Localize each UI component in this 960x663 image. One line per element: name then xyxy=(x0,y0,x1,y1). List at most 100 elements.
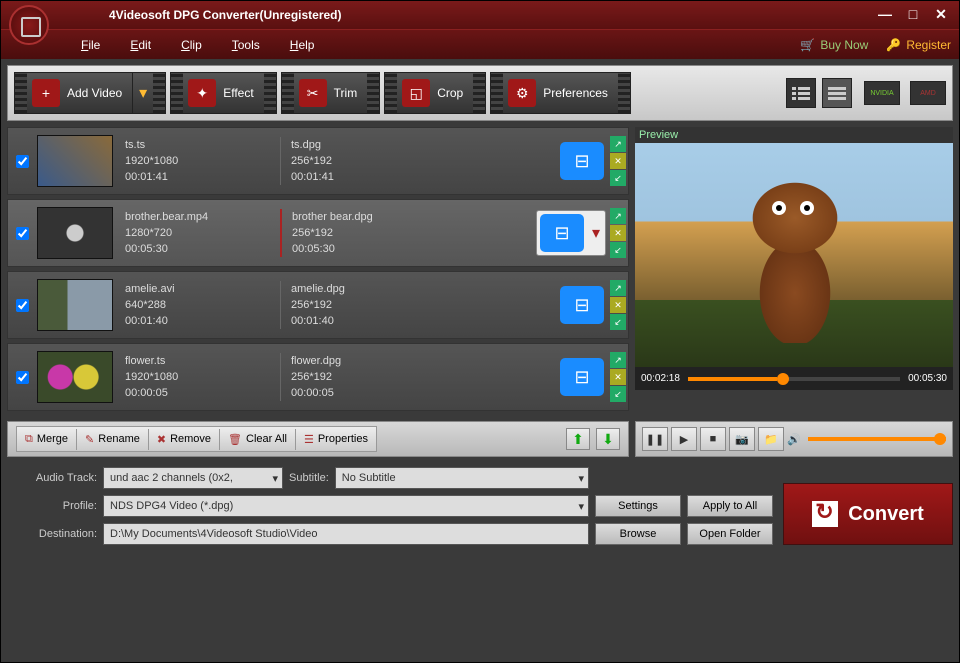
menu-tools[interactable]: Tools xyxy=(232,38,260,52)
merge-button[interactable]: ⧉Merge xyxy=(17,429,77,450)
file-item[interactable]: brother.bear.mp4 1280*720 00:05:30 broth… xyxy=(7,199,629,267)
close-button[interactable]: ✕ xyxy=(931,7,951,23)
preview-screen xyxy=(635,143,953,367)
file-thumbnail xyxy=(37,351,113,403)
minimize-button[interactable]: — xyxy=(875,7,895,23)
file-thumbnail xyxy=(37,207,113,259)
maximize-button[interactable]: □ xyxy=(903,7,923,23)
remove-button[interactable]: ✖Remove xyxy=(149,429,220,450)
file-checkbox[interactable] xyxy=(16,371,29,384)
remove-item-button[interactable]: ✕ xyxy=(610,153,626,169)
format-button[interactable]: ⊟ xyxy=(540,214,584,252)
buy-now-link[interactable]: 🛒Buy Now xyxy=(800,38,868,52)
move-up-button[interactable]: ⬆ xyxy=(566,428,590,450)
volume-slider[interactable] xyxy=(808,437,946,441)
file-name: ts.ts xyxy=(125,137,280,153)
menu-file[interactable]: File xyxy=(81,38,100,52)
move-down-button[interactable]: ⬇ xyxy=(596,428,620,450)
menu-clip[interactable]: Clip xyxy=(181,38,202,52)
register-link[interactable]: 🔑Register xyxy=(886,38,951,52)
settings-button[interactable]: Settings xyxy=(595,495,681,517)
pencil-icon: ✎ xyxy=(85,433,94,446)
file-checkbox[interactable] xyxy=(16,227,29,240)
file-item[interactable]: ts.ts 1920*1080 00:01:41 ts.dpg 256*192 … xyxy=(7,127,629,195)
file-checkbox[interactable] xyxy=(16,299,29,312)
convert-icon xyxy=(812,501,838,527)
format-dropdown[interactable]: ▾ xyxy=(587,211,605,255)
file-duration: 00:05:30 xyxy=(125,241,280,257)
expand-button[interactable]: ↗ xyxy=(610,136,626,152)
collapse-button[interactable]: ↙ xyxy=(610,386,626,402)
properties-button[interactable]: ☰Properties xyxy=(296,429,376,450)
collapse-button[interactable]: ↙ xyxy=(610,314,626,330)
file-thumbnail xyxy=(37,279,113,331)
trim-button[interactable]: ✂ Trim xyxy=(281,72,381,114)
remove-item-button[interactable]: ✕ xyxy=(610,369,626,385)
file-resolution: 1920*1080 xyxy=(125,369,280,385)
output-duration: 00:00:05 xyxy=(291,385,450,401)
output-duration: 00:05:30 xyxy=(292,241,450,257)
open-folder-button[interactable]: Open Folder xyxy=(687,523,773,545)
format-button[interactable]: ⊟ xyxy=(560,358,604,396)
file-checkbox[interactable] xyxy=(16,155,29,168)
destination-field[interactable]: D:\My Documents\4Videosoft Studio\Video xyxy=(103,523,589,545)
profile-label: Profile: xyxy=(7,500,97,512)
scissors-icon: ✂ xyxy=(299,79,327,107)
view-detail-button[interactable] xyxy=(822,78,852,108)
view-list-button[interactable] xyxy=(786,78,816,108)
seek-slider[interactable] xyxy=(688,377,900,381)
browse-button[interactable]: Browse xyxy=(595,523,681,545)
subtitle-label: Subtitle: xyxy=(289,472,329,484)
preferences-button[interactable]: ⚙ Preferences xyxy=(490,72,631,114)
expand-button[interactable]: ↗ xyxy=(610,352,626,368)
info-icon: ☰ xyxy=(304,433,314,446)
add-video-dropdown[interactable]: ▾ xyxy=(132,73,153,113)
output-name: brother bear.dpg xyxy=(292,209,450,225)
expand-button[interactable]: ↗ xyxy=(610,208,626,224)
convert-button[interactable]: Convert xyxy=(783,483,953,545)
file-thumbnail xyxy=(37,135,113,187)
output-resolution: 256*192 xyxy=(291,297,450,313)
menu-help[interactable]: Help xyxy=(290,38,315,52)
x-icon: ✖ xyxy=(157,433,166,446)
subtitle-select[interactable]: No Subtitle xyxy=(335,467,589,489)
output-duration: 00:01:41 xyxy=(291,169,450,185)
menu-edit[interactable]: Edit xyxy=(130,38,151,52)
file-name: amelie.avi xyxy=(125,281,280,297)
file-item[interactable]: flower.ts 1920*1080 00:00:05 flower.dpg … xyxy=(7,343,629,411)
pause-button[interactable]: ❚❚ xyxy=(642,427,668,451)
collapse-button[interactable]: ↙ xyxy=(610,170,626,186)
format-button[interactable]: ⊟ xyxy=(560,142,604,180)
amd-badge: AMD xyxy=(910,81,946,105)
volume-icon: 🔊 xyxy=(787,433,801,446)
collapse-button[interactable]: ↙ xyxy=(610,242,626,258)
remove-item-button[interactable]: ✕ xyxy=(610,225,626,241)
expand-button[interactable]: ↗ xyxy=(610,280,626,296)
merge-icon: ⧉ xyxy=(25,433,33,446)
trash-icon: 🗑 xyxy=(228,433,242,446)
stop-button[interactable]: ■ xyxy=(700,427,726,451)
file-item[interactable]: amelie.avi 640*288 00:01:40 amelie.dpg 2… xyxy=(7,271,629,339)
play-button[interactable]: ▶ xyxy=(671,427,697,451)
crop-button[interactable]: ◱ Crop xyxy=(384,72,486,114)
effect-button[interactable]: ✦ Effect xyxy=(170,72,276,114)
gear-icon: ⚙ xyxy=(508,79,536,107)
apply-to-all-button[interactable]: Apply to All xyxy=(687,495,773,517)
rename-button[interactable]: ✎Rename xyxy=(77,429,149,450)
titlebar: 4Videosoft DPG Converter(Unregistered) —… xyxy=(1,1,959,29)
audio-track-select[interactable]: und aac 2 channels (0x2, xyxy=(103,467,283,489)
add-video-button[interactable]: + Add Video ▾ xyxy=(14,72,166,114)
clear-all-button[interactable]: 🗑Clear All xyxy=(220,429,296,450)
nvidia-badge: NVIDIA xyxy=(864,81,900,105)
file-name: brother.bear.mp4 xyxy=(125,209,280,225)
destination-label: Destination: xyxy=(7,528,97,540)
open-snapshot-folder-button[interactable]: 📁 xyxy=(758,427,784,451)
preview-controls: ❚❚ ▶ ■ 📷 📁 🔊 xyxy=(635,421,953,457)
format-button[interactable]: ⊟ xyxy=(560,286,604,324)
snapshot-button[interactable]: 📷 xyxy=(729,427,755,451)
output-resolution: 256*192 xyxy=(291,153,450,169)
remove-item-button[interactable]: ✕ xyxy=(610,297,626,313)
file-name: flower.ts xyxy=(125,353,280,369)
profile-select[interactable]: NDS DPG4 Video (*.dpg) xyxy=(103,495,589,517)
file-duration: 00:01:40 xyxy=(125,313,280,329)
